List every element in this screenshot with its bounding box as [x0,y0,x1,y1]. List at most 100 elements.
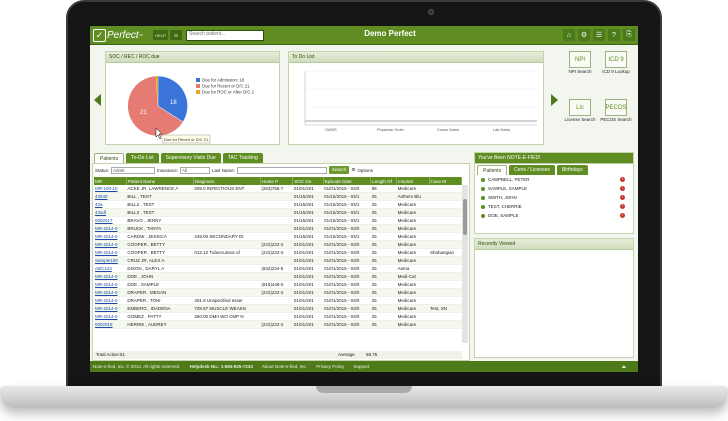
table-row[interactable]: MR-2014-0 DOE , JOHN 01/01/201 01/01/2015 -… [94,272,462,281]
license-search-link[interactable]: Lic License Search [564,99,596,131]
status-select[interactable]: Admit [111,166,156,174]
menu-icon[interactable]: ☰ [593,29,605,41]
list-item[interactable]: DOE, SAMPLE! [475,211,633,220]
table-scrollbar[interactable] [462,185,468,343]
cell-mr[interactable]: MR-2014-0 [94,240,127,249]
cell-mr[interactable]: ABC123 [94,264,127,273]
help-icon[interactable]: ? [608,29,620,41]
home-icon[interactable]: ⌂ [563,29,575,41]
cell-mr[interactable]: Sample100 [94,256,127,265]
scrollbar-thumb[interactable] [463,199,467,235]
notefied-tab-birthdays[interactable]: Birthdays [556,165,588,175]
cell-episode-date: 01/01/2015 - 03/0 [323,240,371,249]
app-logo[interactable]: ✓ Perfect ™ [93,28,143,43]
mail-icon[interactable]: ✉ [170,30,182,40]
table-row[interactable]: MR-2014-0 EMBERG , IDADENA 728.87 MUSCLE W… [94,304,462,313]
about-link[interactable]: About Note-e-fied, Inc. [262,364,307,369]
cell-mr[interactable]: MR-2014-0 [94,232,127,241]
table-row[interactable]: MR-2014-0 COOPER , BETTY 012.12 Tuberculos… [94,248,462,257]
support-link[interactable]: Support [354,364,370,369]
cell-mr[interactable]: 43a [94,200,127,209]
table-row[interactable]: MR-2014-0 CARDW , JESSICA 249.00 SECONDARY… [94,232,462,241]
logout-icon[interactable]: ⎘ [623,29,635,41]
patients-table: MR Patient Name Diagnosis Home P SOC Da … [94,177,462,329]
table-row[interactable]: 0002018 HERRIE , AUDREY (222)222-2 01/01/20… [94,320,462,329]
table-row[interactable]: MR-2014-0 COOPER , BETTY (222)222-2 01/01/2… [94,240,462,249]
cell-home-phone: (832)234-5 [260,264,293,273]
notefied-tab-certs[interactable]: Certs / Licenses [509,165,555,175]
cell-mr[interactable]: MR-2014-0 [94,248,127,257]
col-length[interactable]: Length Of [370,177,398,185]
notefied-tab-patients[interactable]: Patients [477,165,508,175]
options-label[interactable]: Options [357,168,373,173]
col-soc-date[interactable]: SOC Da [292,177,324,185]
cell-mr[interactable]: MR-2014-0 [94,312,127,321]
table-row[interactable]: ABC123 DIXON , DARYL A (832)234-5 01/01/201… [94,264,462,273]
list-item[interactable]: SAMPLE, SAMPLE! [475,184,633,193]
cell-mr[interactable]: MR-2014-0 [94,296,127,305]
cell-mr[interactable]: MR-100-10 [94,185,127,193]
icd9-lookup-link[interactable]: ICD 9 ICD 9 Lookup [600,51,632,83]
cell-mr[interactable]: 0002017 [94,216,127,225]
lastname-label: Last Name: [212,167,236,173]
exit-icon[interactable]: ⏏ [622,361,626,372]
prev-arrow-icon[interactable] [94,94,101,106]
recently-viewed-panel: Recently Viewed [474,238,634,358]
settings-icon[interactable]: ⚙ [578,29,590,41]
bullet-icon [481,213,485,218]
table-row[interactable]: MR-2014-0 DOE , SAMPLE (818)449-0 01/01/201… [94,280,462,289]
search-button[interactable]: Search [329,166,350,174]
table-row[interactable]: MR-2014-0 DRAPER , MEGAN (222)222-2 01/01/2… [94,288,462,297]
notefied-name: CAMPBELL, PETER [488,177,530,182]
cell-case-manager [429,208,462,217]
col-mr[interactable]: MR [94,177,127,185]
table-row[interactable]: 43sdf BILL3 , TEST 01/15/201 01/15/2015 - 0… [94,208,462,217]
col-insurance[interactable]: Insuran [396,177,430,185]
tab-supervisory-visits[interactable]: Supervisory Visits Due [160,153,221,163]
next-arrow-icon[interactable] [551,94,558,106]
icd9-label: ICD 9 Lookup [602,69,630,74]
cell-mr[interactable]: MR-2014-0 [94,288,127,297]
cell-mr[interactable]: MR-2014-0 [94,304,127,313]
cell-mr[interactable]: MR-2014-0 [94,272,127,281]
col-case-manager[interactable]: Case M [429,177,462,185]
col-episode-date[interactable]: Episode Date [323,177,372,185]
col-home-phone[interactable]: Home P [260,177,294,185]
cell-mr[interactable]: 43540 [94,192,127,201]
table-row[interactable]: 43540 BILL , TEST 01/15/201 01/15/2015 - 03… [94,192,462,201]
list-item[interactable]: CAMPBELL, PETER! [475,175,633,184]
tab-tac-tracking[interactable]: TAC Tracking [222,153,263,163]
npi-search-link[interactable]: NPI NPI Search [564,51,596,83]
table-row[interactable]: MR-2014-0 GOMEZ , PATTY 250.00 DMII WO CMP… [94,312,462,321]
cell-length: 25 [370,272,397,281]
table-row[interactable]: MR-2014-0 BRUCK , TANYA 01/01/201 01/01/201… [94,224,462,233]
tab-todo-list[interactable]: To-Do List [126,153,159,163]
list-item[interactable]: SMITH, JOHN! [475,193,633,202]
cell-mr[interactable]: 0002018 [94,320,127,329]
cell-diagnosis: 009.0 INFECTIOUS ENT [193,185,261,193]
cell-mr[interactable]: 43sdf [94,208,127,217]
table-row[interactable]: Sample100 CRUZ JR, ALEX A 01/01/201 01/01/2… [94,256,462,265]
table-row[interactable]: MR-2014-0 DRAPER , TONI 401.9 Unspecified … [94,296,462,305]
cell-mr[interactable]: MR-2014-0 [94,280,127,289]
insurance-select[interactable]: All [180,166,211,174]
col-diagnosis[interactable]: Diagnosis [193,177,261,185]
privacy-link[interactable]: Privacy Policy [316,364,344,369]
table-row[interactable]: 43a BILL2 , TEST 01/15/201 01/15/2015 - 03/… [94,200,462,209]
cell-length: 25 [370,264,397,273]
notefied-list: CAMPBELL, PETER! SAMPLE, SAMPLE! SMITH, … [475,175,633,220]
cell-soc-date: 01/01/201 [292,185,324,193]
tab-patients[interactable]: Patients [94,153,125,163]
pecos-search-link[interactable]: PECOS PECOS Search [600,99,632,131]
patient-search-input[interactable]: Search patient... [186,30,264,41]
lastname-input[interactable] [237,166,328,174]
list-item[interactable]: TEST, CHERRIE! [475,202,633,211]
options-icon[interactable]: ⚙ [351,167,355,173]
cell-diagnosis [193,192,261,201]
help-button[interactable]: HELP [153,30,168,40]
table-row[interactable]: MR-100-10 ACKE JR, LAWRENCE A 009.0 INFECT… [94,185,462,193]
cell-diagnosis: 401.9 Unspecified esser [193,296,261,305]
table-row[interactable]: 0002017 BRAVO , JENNY 01/15/201 01/15/2015 … [94,216,462,225]
col-patient-name[interactable]: Patient Name [126,177,194,185]
cell-mr[interactable]: MR-2014-0 [94,224,127,233]
